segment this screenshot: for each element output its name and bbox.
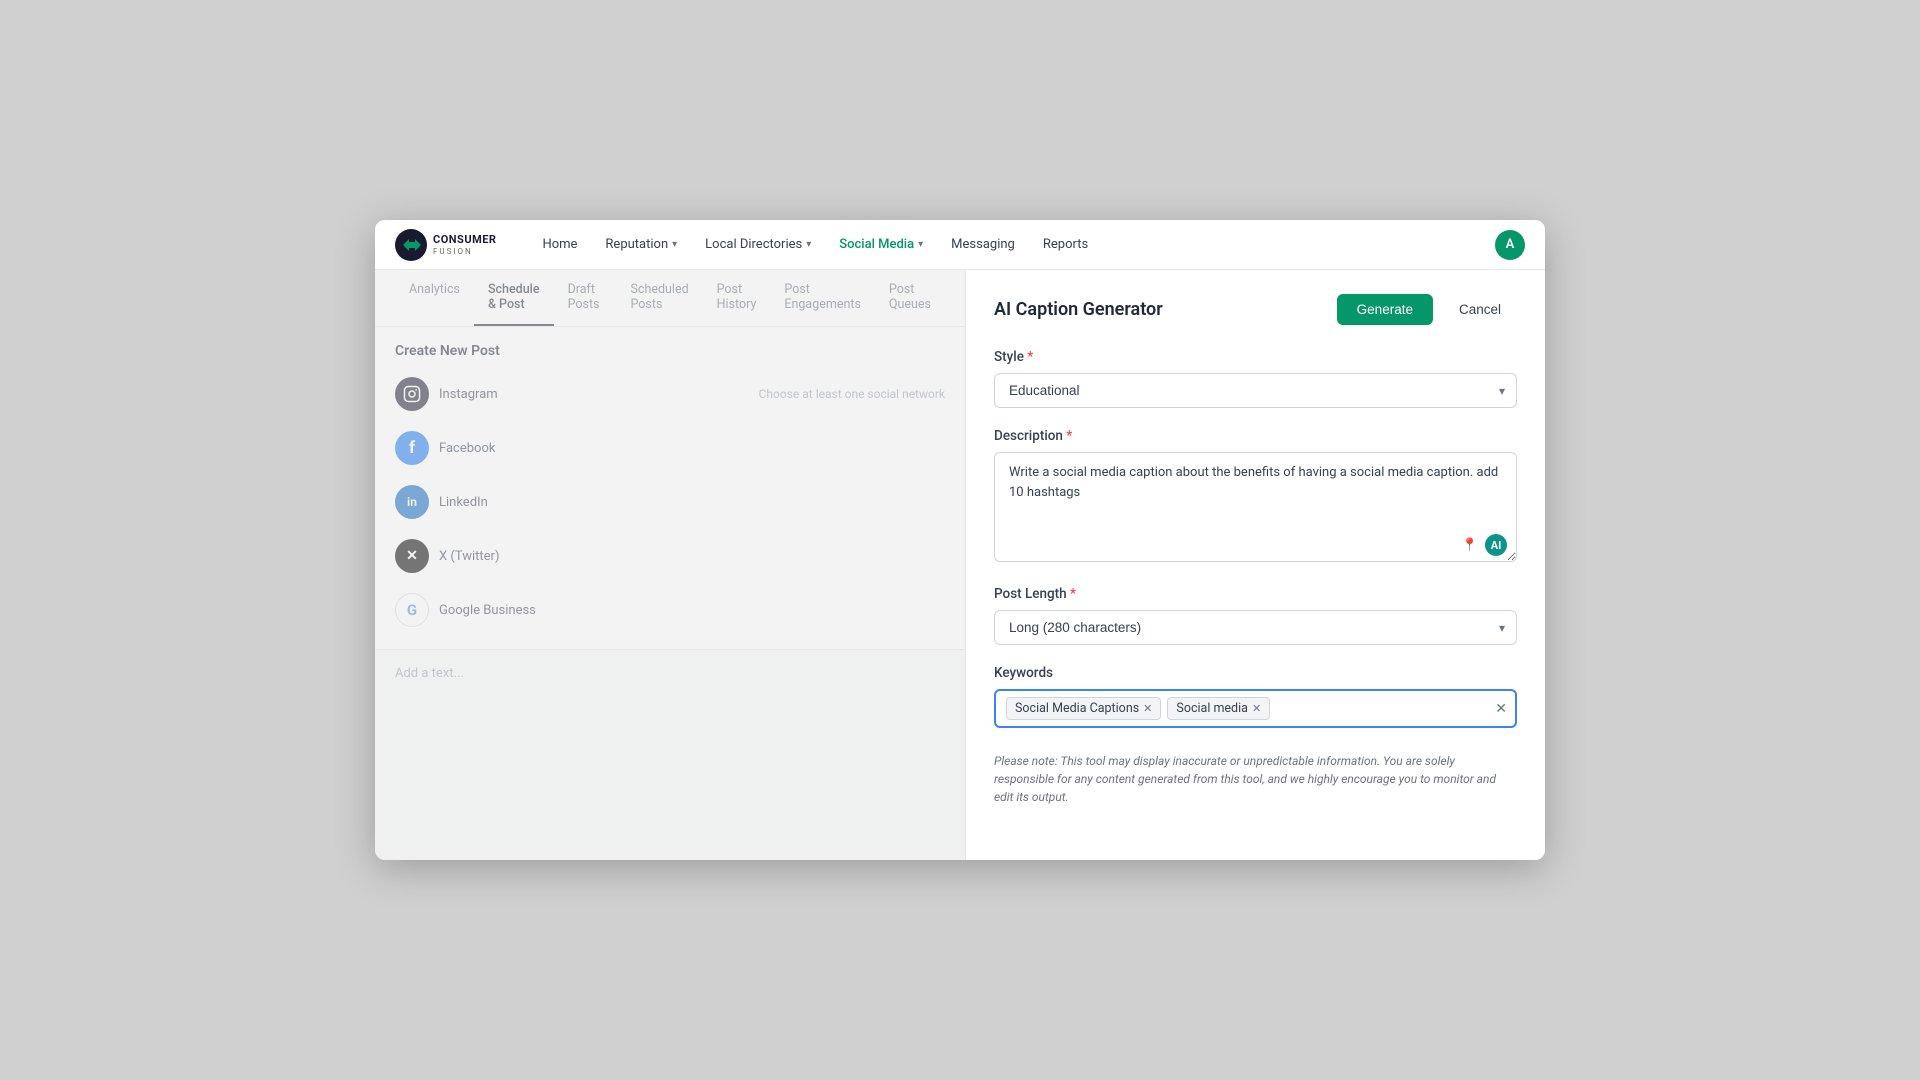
facebook-icon: f — [395, 431, 429, 465]
social-item-linkedin[interactable]: in LinkedIn — [395, 479, 945, 525]
tab-analytics[interactable]: Analytics — [395, 270, 474, 326]
social-item-instagram[interactable]: Instagram Choose at least one social net… — [395, 371, 945, 417]
facebook-label: Facebook — [439, 441, 495, 456]
description-label: Description * — [994, 428, 1517, 444]
twitter-icon: ✕ — [395, 539, 429, 573]
description-textarea[interactable]: Write a social media caption about the b… — [994, 452, 1517, 562]
nav-item-reports[interactable]: Reports — [1031, 231, 1100, 258]
nav-items: Home Reputation ▾ Local Directories ▾ So… — [530, 231, 1471, 258]
textarea-icons: 📍 AI — [1459, 534, 1507, 556]
ai-icon[interactable]: AI — [1485, 534, 1507, 556]
social-item-facebook[interactable]: f Facebook — [395, 425, 945, 471]
google-label: Google Business — [439, 603, 536, 618]
app-window: CONSUMER FUSION Home Reputation ▾ Local … — [375, 220, 1545, 860]
instagram-icon — [395, 377, 429, 411]
modal-header: AI Caption Generator Generate Cancel — [994, 294, 1517, 325]
nav-home-label: Home — [542, 237, 577, 252]
brand-sub: FUSION — [433, 247, 496, 256]
style-select[interactable]: Educational Informative Promotional Ente… — [994, 373, 1517, 408]
linkedin-label: LinkedIn — [439, 495, 488, 510]
keywords-wrapper[interactable]: Social Media Captions ✕ Social media ✕ ✕ — [994, 689, 1517, 728]
avatar[interactable]: A — [1495, 230, 1525, 260]
nav-messaging-label: Messaging — [951, 237, 1015, 252]
style-label: Style * — [994, 349, 1517, 365]
modal-title: AI Caption Generator — [994, 299, 1163, 320]
choose-network-hint: Choose at least one social network — [759, 387, 945, 401]
post-length-select[interactable]: Short (50 characters) Medium (150 charac… — [994, 610, 1517, 645]
nav-reputation-label: Reputation — [605, 237, 668, 252]
tab-post-engagements[interactable]: Post Engagements — [770, 270, 875, 326]
keyword-sm-remove[interactable]: ✕ — [1252, 702, 1261, 715]
chevron-down-icon: ▾ — [918, 239, 923, 250]
logo-text-block: CONSUMER FUSION — [433, 233, 496, 255]
chevron-down-icon: ▾ — [672, 239, 677, 250]
social-item-twitter[interactable]: ✕ X (Twitter) — [395, 533, 945, 579]
nav-item-social-media[interactable]: Social Media ▾ — [827, 231, 935, 258]
keyword-smc-remove[interactable]: ✕ — [1143, 702, 1152, 715]
twitter-label: X (Twitter) — [439, 549, 499, 564]
google-icon: G — [395, 593, 429, 627]
post-length-field-group: Post Length * Short (50 characters) Medi… — [994, 586, 1517, 645]
tab-schedule-post[interactable]: Schedule & Post — [474, 270, 554, 326]
style-select-wrapper: Educational Informative Promotional Ente… — [994, 373, 1517, 408]
cancel-button[interactable]: Cancel — [1443, 294, 1517, 325]
keyword-sm-label: Social media — [1176, 701, 1248, 716]
tab-post-queues[interactable]: Post Queues — [875, 270, 945, 326]
sub-nav: Analytics Schedule & Post Draft Posts Sc… — [375, 270, 965, 327]
logo-icon — [395, 229, 427, 261]
nav-item-local-directories[interactable]: Local Directories ▾ — [693, 231, 823, 258]
keyword-smc-label: Social Media Captions — [1015, 701, 1139, 716]
nav-item-messaging[interactable]: Messaging — [939, 231, 1027, 258]
style-field-group: Style * Educational Informative Promotio… — [994, 349, 1517, 408]
social-network-list: Instagram Choose at least one social net… — [395, 371, 945, 633]
left-panel: Analytics Schedule & Post Draft Posts Sc… — [375, 270, 965, 860]
nav-right: A — [1495, 230, 1525, 260]
add-text-placeholder: Add a text... — [375, 650, 965, 697]
tab-post-history[interactable]: Post History — [703, 270, 771, 326]
nav-item-home[interactable]: Home — [530, 231, 589, 258]
top-nav: CONSUMER FUSION Home Reputation ▾ Local … — [375, 220, 1545, 270]
keywords-label: Keywords — [994, 665, 1517, 681]
instagram-label: Instagram — [439, 387, 498, 402]
nav-local-label: Local Directories — [705, 237, 802, 252]
generate-button[interactable]: Generate — [1337, 294, 1433, 325]
nav-social-label: Social Media — [839, 237, 914, 252]
post-length-select-wrapper: Short (50 characters) Medium (150 charac… — [994, 610, 1517, 645]
chevron-down-icon: ▾ — [806, 239, 811, 250]
location-icon[interactable]: 📍 — [1459, 534, 1481, 556]
nav-item-reputation[interactable]: Reputation ▾ — [593, 231, 689, 258]
keyword-tag-smc: Social Media Captions ✕ — [1006, 697, 1161, 720]
create-post-title: Create New Post — [395, 343, 945, 359]
linkedin-icon: in — [395, 485, 429, 519]
create-post-area: Create New Post Instagram Choose at leas… — [375, 327, 965, 650]
tab-draft-posts[interactable]: Draft Posts — [554, 270, 617, 326]
tab-scheduled-posts[interactable]: Scheduled Posts — [616, 270, 702, 326]
brand-name: CONSUMER — [433, 233, 496, 246]
description-field-group: Description * Write a social media capti… — [994, 428, 1517, 566]
post-length-label: Post Length * — [994, 586, 1517, 602]
modal-actions: Generate Cancel — [1337, 294, 1517, 325]
nav-reports-label: Reports — [1043, 237, 1088, 252]
keywords-clear-button[interactable]: ✕ — [1495, 701, 1507, 717]
keywords-field-group: Keywords Social Media Captions ✕ Social … — [994, 665, 1517, 728]
ai-caption-panel: AI Caption Generator Generate Cancel Sty… — [965, 270, 1545, 860]
main-content: Analytics Schedule & Post Draft Posts Sc… — [375, 270, 1545, 860]
keyword-tag-sm: Social media ✕ — [1167, 697, 1270, 720]
social-item-google[interactable]: G Google Business — [395, 587, 945, 633]
disclaimer-text: Please note: This tool may display inacc… — [994, 752, 1517, 806]
logo-area: CONSUMER FUSION — [395, 229, 496, 261]
description-textarea-wrapper: Write a social media caption about the b… — [994, 452, 1517, 566]
